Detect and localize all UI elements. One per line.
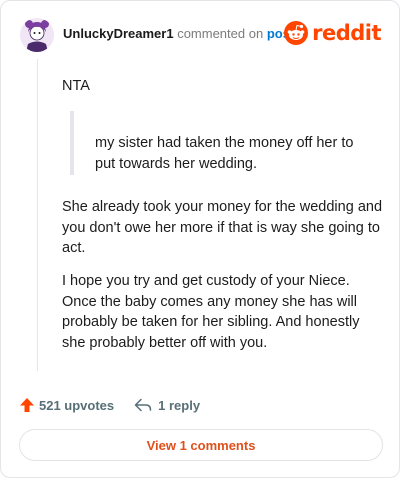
avatar-image [20,18,54,52]
comment-card: UnluckyDreamer1 commented on post reddit… [0,0,400,478]
quote-text: my sister had taken the money off her to… [95,135,354,172]
reddit-logo[interactable]: reddit [284,21,381,45]
upvote-count: 521 upvotes [39,397,115,413]
thread-line[interactable] [37,59,38,371]
action-text: commented on [177,26,264,41]
upvote-button[interactable]: 521 upvotes [19,397,114,413]
comment-header: UnluckyDreamer1 commented on post [63,26,294,42]
avatar[interactable] [20,18,54,52]
reply-count: 1 reply [158,397,201,413]
upvote-arrow-icon [20,398,34,412]
view-comments-button[interactable]: View 1 comments [19,429,383,461]
reddit-wordmark: reddit [312,21,381,45]
reddit-snoo-icon [284,21,309,45]
reply-arrow-icon [134,398,152,412]
comment-paragraph: I hope you try and get custody of your N… [62,273,360,351]
comment-actions: 521 upvotes 1 reply [19,397,200,413]
blockquote: my sister had taken the money off her to… [70,111,381,175]
reply-button[interactable]: 1 reply [134,398,200,413]
username[interactable]: UnluckyDreamer1 [63,26,174,41]
comment-line-1: NTA [62,78,90,94]
comment-paragraph: She already took your money for the wedd… [62,199,383,256]
